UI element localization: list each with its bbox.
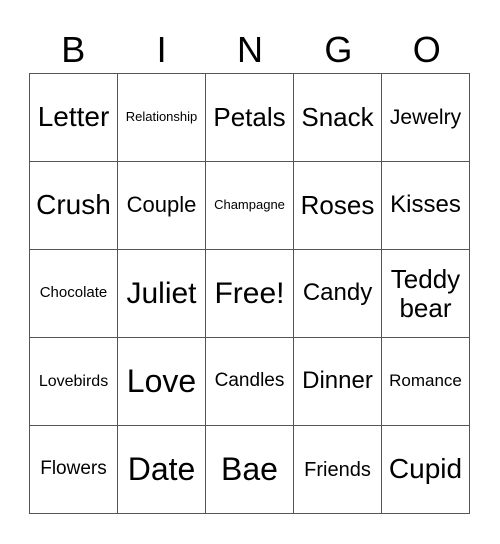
bingo-cell[interactable]: Couple bbox=[117, 161, 206, 250]
bingo-cell[interactable]: Lovebirds bbox=[29, 337, 118, 426]
bingo-cell[interactable]: Dinner bbox=[293, 337, 382, 426]
header-letter: O bbox=[412, 29, 441, 70]
bingo-board: Letter Relationship Petals Snack Jewelry Crus… bbox=[29, 73, 470, 514]
bingo-cell[interactable]: Friends bbox=[293, 425, 382, 514]
board-row: Crush Couple Champagne Roses Kisses bbox=[29, 161, 470, 250]
bingo-cell[interactable]: Cupid bbox=[381, 425, 470, 514]
bingo-cell[interactable]: Jewelry bbox=[381, 73, 470, 162]
bingo-cell[interactable]: Free! bbox=[205, 249, 294, 338]
bingo-cell[interactable]: Letter bbox=[29, 73, 118, 162]
bingo-cell[interactable]: Relationship bbox=[117, 73, 206, 162]
bingo-cell[interactable]: Candles bbox=[205, 337, 294, 426]
board-row: Flowers Date Bae Friends Cupid bbox=[29, 425, 470, 514]
bingo-cell[interactable]: Love bbox=[117, 337, 206, 426]
bingo-header: B I N G O bbox=[29, 28, 471, 72]
bingo-cell[interactable]: Chocolate bbox=[29, 249, 118, 338]
bingo-cell[interactable]: Roses bbox=[293, 161, 382, 250]
header-letter: N bbox=[236, 29, 263, 70]
bingo-cell[interactable]: Candy bbox=[293, 249, 382, 338]
board-row: Lovebirds Love Candles Dinner Romance bbox=[29, 337, 470, 426]
bingo-cell[interactable]: Romance bbox=[381, 337, 470, 426]
bingo-cell[interactable]: Bae bbox=[205, 425, 294, 514]
bingo-cell[interactable]: Flowers bbox=[29, 425, 118, 514]
bingo-cell[interactable]: Champagne bbox=[205, 161, 294, 250]
header-letter: B bbox=[61, 29, 86, 70]
board-row: Letter Relationship Petals Snack Jewelry bbox=[29, 73, 470, 162]
header-letter: G bbox=[324, 29, 353, 70]
bingo-cell[interactable]: Petals bbox=[205, 73, 294, 162]
board-row: Chocolate Juliet Free! Candy Teddy bear bbox=[29, 249, 470, 338]
header-letter: I bbox=[156, 29, 167, 70]
bingo-cell[interactable]: Date bbox=[117, 425, 206, 514]
bingo-cell[interactable]: Kisses bbox=[381, 161, 470, 250]
bingo-cell[interactable]: Teddy bear bbox=[381, 249, 470, 338]
bingo-cell[interactable]: Snack bbox=[293, 73, 382, 162]
bingo-cell[interactable]: Juliet bbox=[117, 249, 206, 338]
bingo-cell[interactable]: Crush bbox=[29, 161, 118, 250]
